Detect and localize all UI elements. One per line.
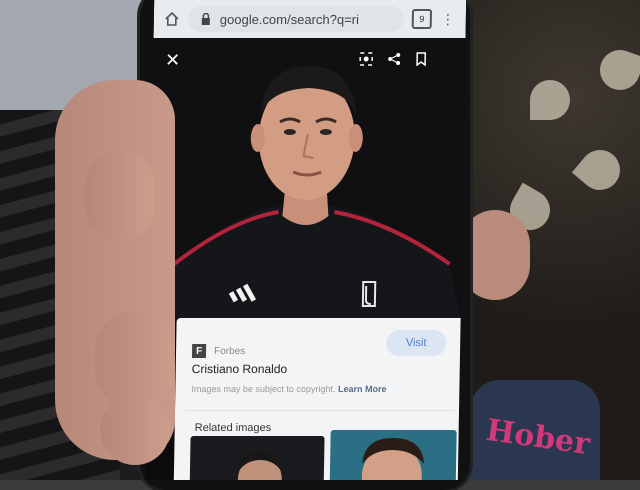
right-thumb: [460, 210, 530, 300]
viewer-actions: [359, 51, 427, 69]
overflow-menu-icon[interactable]: ⋮: [440, 11, 456, 27]
forbes-favicon: F: [191, 344, 207, 358]
related-image-thumbnail[interactable]: [189, 436, 325, 480]
curtain-flower: [594, 44, 640, 96]
result-card: F Forbes Visit Cristiano Ronaldo Images …: [173, 318, 467, 480]
viewer-toolbar: ✕: [153, 48, 465, 72]
phone-screen: google.com/search?q=ri 9 ⋮ ✕ F Forbes Vi…: [145, 0, 467, 480]
close-icon[interactable]: ✕: [165, 50, 180, 71]
ronaldo-portrait-image[interactable]: [148, 38, 466, 318]
bookmark-icon[interactable]: [415, 51, 427, 69]
result-source: F Forbes: [191, 344, 245, 358]
image-viewer: ✕: [148, 38, 466, 318]
related-image-thumbnail[interactable]: [329, 430, 457, 480]
curtain-flower: [530, 80, 570, 120]
browser-toolbar: google.com/search?q=ri 9 ⋮: [153, 0, 467, 38]
divider: [185, 410, 456, 411]
result-title[interactable]: Cristiano Ronaldo: [192, 362, 288, 376]
tab-switcher-button[interactable]: 9: [411, 9, 433, 29]
url-field[interactable]: google.com/search?q=ri: [187, 6, 405, 32]
home-icon[interactable]: [164, 11, 180, 27]
share-icon[interactable]: [387, 52, 401, 69]
copyright-notice: Images may be subject to copyright. Lear…: [191, 384, 386, 394]
lens-icon[interactable]: [359, 51, 374, 69]
finger: [100, 395, 170, 465]
related-images-heading: Related images: [194, 422, 272, 434]
copyright-text: Images may be subject to copyright.: [191, 384, 336, 394]
source-name[interactable]: Forbes: [214, 346, 245, 357]
curtain-flower: [571, 141, 629, 199]
learn-more-link[interactable]: Learn More: [338, 384, 387, 394]
url-text: google.com/search?q=ri: [219, 11, 360, 27]
visit-button[interactable]: Visit: [385, 330, 447, 356]
finger: [85, 150, 155, 240]
lock-icon: [198, 11, 214, 27]
